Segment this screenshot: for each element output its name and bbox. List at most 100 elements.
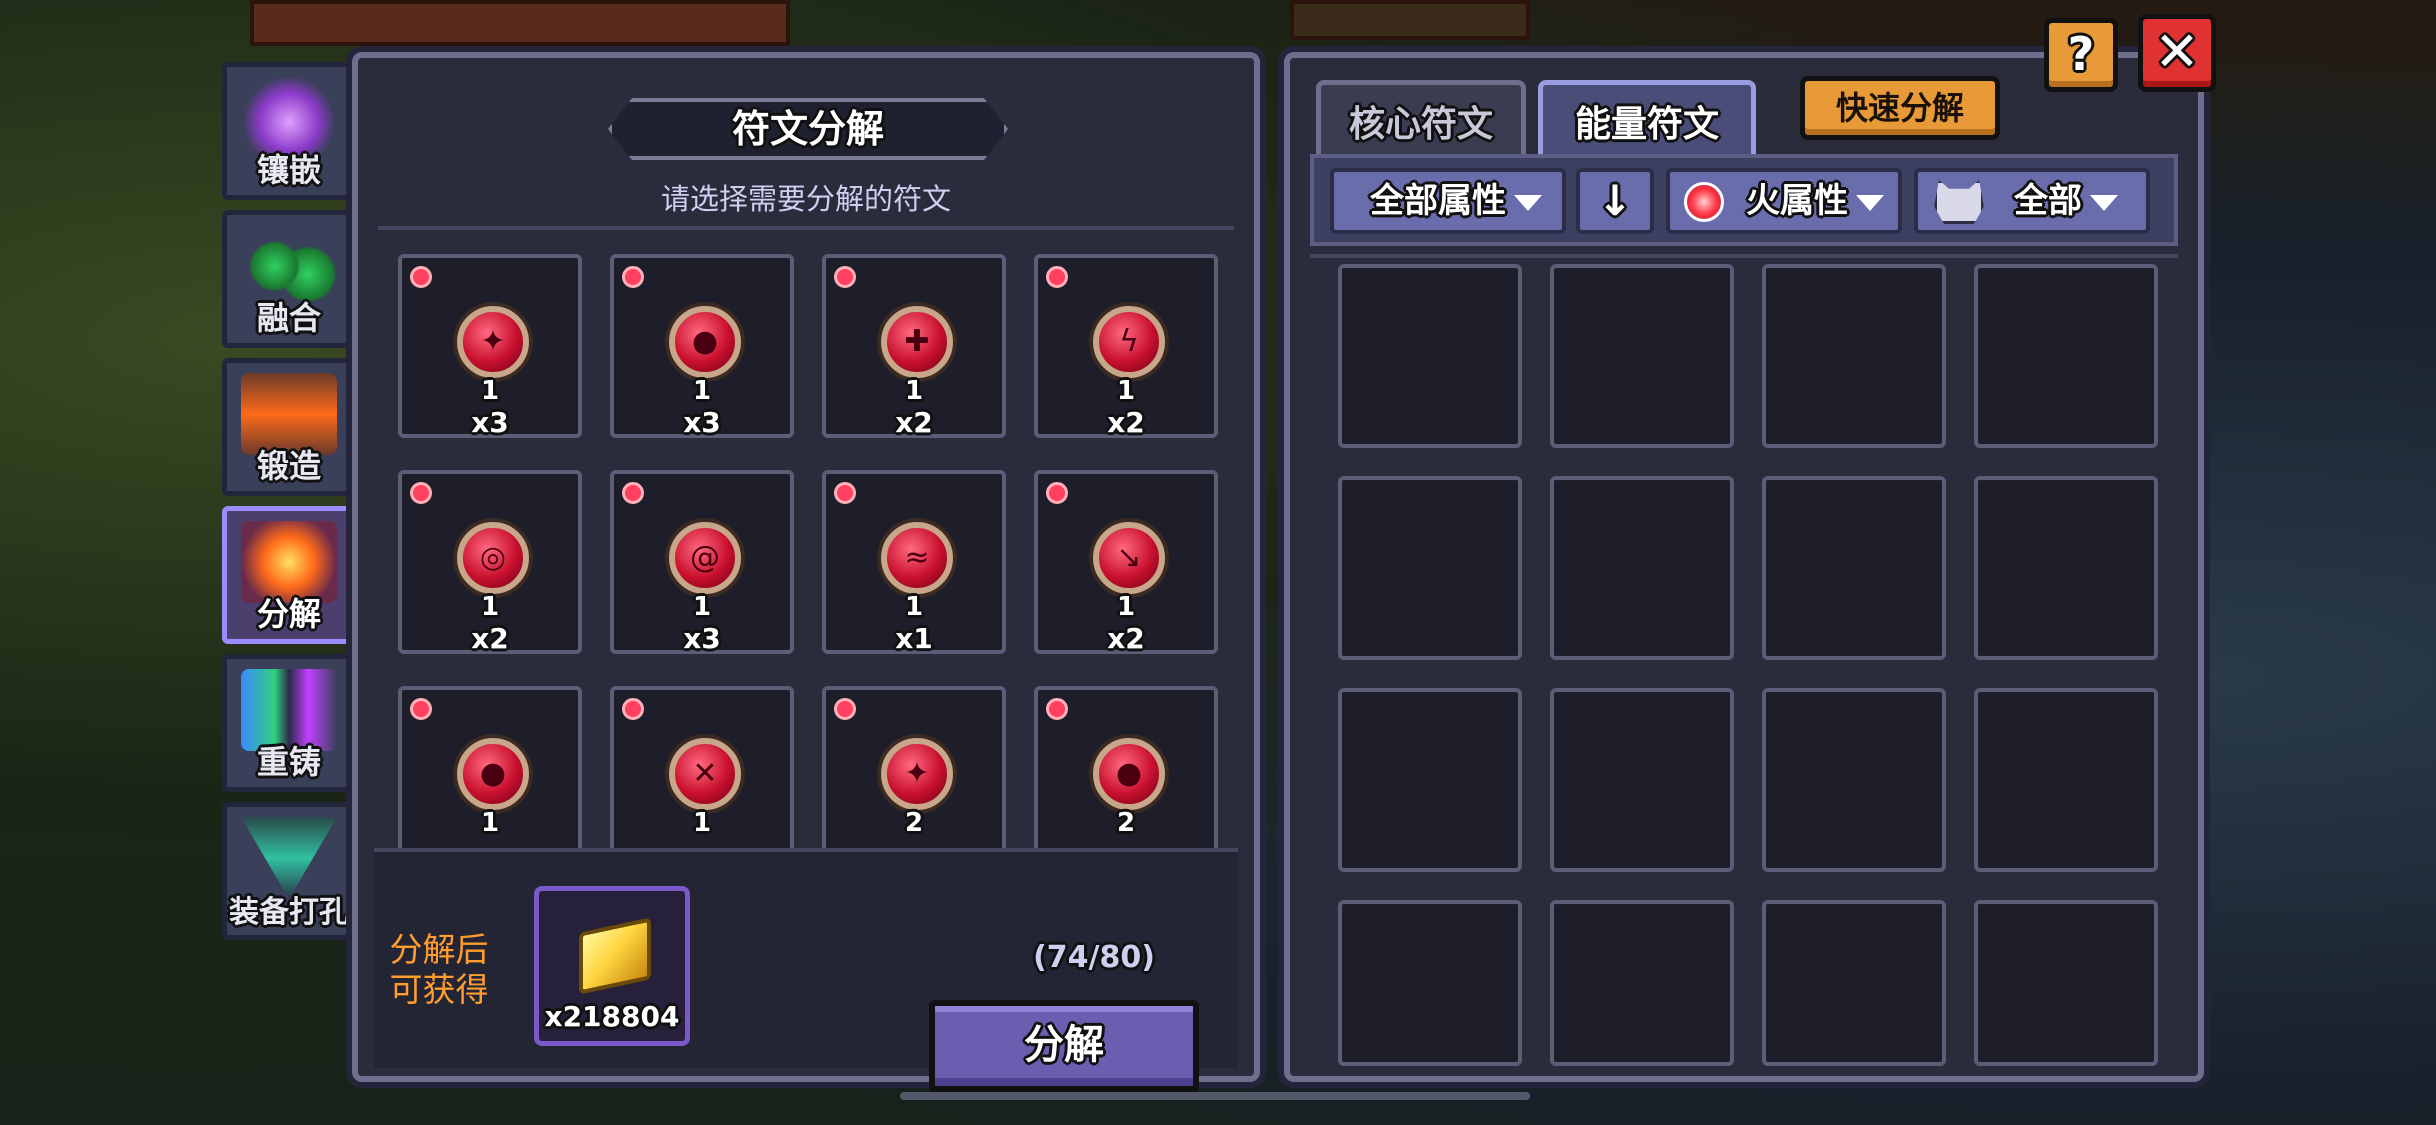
rune-cell[interactable]: ≈ 1 x1 xyxy=(822,470,1006,655)
fire-element-icon xyxy=(622,266,644,288)
rune-slot[interactable] xyxy=(1338,476,1522,660)
rune-cell[interactable]: ◎ 1 x2 xyxy=(398,470,582,655)
reward-slot[interactable]: x218804 xyxy=(534,886,690,1046)
rune-orb-icon: ● xyxy=(1093,738,1165,810)
rune-glyph: ↘ xyxy=(1116,540,1142,575)
rune-orb-icon: ◎ xyxy=(457,522,529,594)
rune-level: 1 xyxy=(1116,376,1136,406)
quick-decompose-button[interactable]: 快速分解 xyxy=(1800,76,2000,140)
rune-level: 1 xyxy=(692,592,712,622)
rune-glyph: ✚ xyxy=(904,324,930,359)
rune-glyph: @ xyxy=(690,540,720,575)
rune-cell[interactable]: ✦ 2 xyxy=(822,686,1006,870)
rune-slot[interactable] xyxy=(1550,900,1734,1066)
panel-subtitle: 请选择需要分解的符文 xyxy=(660,182,951,216)
monster-type-icon xyxy=(1934,180,1984,224)
decompose-button[interactable]: 分解 xyxy=(929,1000,1199,1092)
rune-orb-icon: ϟ xyxy=(1093,306,1165,378)
rune-slot[interactable] xyxy=(1338,900,1522,1066)
rune-slot[interactable] xyxy=(1550,476,1734,660)
rune-cell[interactable]: ✦ 1 x3 xyxy=(398,254,582,439)
rune-glyph: ϟ xyxy=(1119,324,1139,359)
rune-glyph: ◎ xyxy=(479,540,507,575)
side-item-label: 融合 xyxy=(256,299,321,337)
rune-cell[interactable]: ● 1 xyxy=(398,686,582,870)
rune-cell[interactable]: ✕ 1 xyxy=(610,686,794,870)
filter-label: 全部属性 xyxy=(1370,181,1506,221)
rune-level: 1 xyxy=(480,592,500,622)
rune-orb-icon: ✦ xyxy=(881,738,953,810)
rune-slot[interactable] xyxy=(1974,264,2158,448)
rune-level: 1 xyxy=(1116,592,1136,622)
rune-slot[interactable] xyxy=(1762,688,1946,872)
rune-slot[interactable] xyxy=(1974,476,2158,660)
rune-count: x2 xyxy=(1107,622,1145,655)
rune-slot[interactable] xyxy=(1550,264,1734,448)
rune-cell[interactable]: ● 1 x3 xyxy=(610,254,794,439)
rune-slot[interactable] xyxy=(1974,900,2158,1066)
rune-count: x3 xyxy=(471,406,509,439)
side-item-recast[interactable]: 重铸 xyxy=(222,654,356,792)
reward-label: 分解后可获得 xyxy=(389,930,489,1009)
chevron-down-icon xyxy=(1856,194,1884,211)
rune-count: x2 xyxy=(471,622,509,655)
rune-slot[interactable] xyxy=(1550,688,1734,872)
reward-count: x218804 xyxy=(544,1000,680,1033)
rune-count: x3 xyxy=(683,622,721,655)
side-item-fusion[interactable]: 融合 xyxy=(222,210,356,348)
tab-energy-runes[interactable]: 能量符文 xyxy=(1538,80,1756,162)
rune-cell[interactable]: ↘ 1 x2 xyxy=(1034,470,1218,655)
rune-slot[interactable] xyxy=(1762,476,1946,660)
fire-element-icon xyxy=(622,482,644,504)
rune-orb-icon: ● xyxy=(457,738,529,810)
close-button[interactable]: ✕ xyxy=(2138,14,2216,92)
rune-level: 1 xyxy=(480,376,500,406)
rune-count: x3 xyxy=(683,406,721,439)
rune-count: x1 xyxy=(895,622,933,655)
panel-title: 符文分解 xyxy=(731,107,884,151)
rune-level: 2 xyxy=(904,808,924,838)
rune-cell[interactable]: ✚ 1 x2 xyxy=(822,254,1006,439)
rune-level: 1 xyxy=(480,808,500,838)
fire-element-icon xyxy=(410,698,432,720)
rune-glyph: ● xyxy=(691,324,719,359)
element-filter-dropdown[interactable]: 火属性 xyxy=(1666,168,1902,234)
filter-label: 全部 xyxy=(2014,181,2082,221)
rune-level: 2 xyxy=(1116,808,1136,838)
attribute-filter-dropdown[interactable]: 全部属性 xyxy=(1330,168,1566,234)
help-button[interactable]: ? xyxy=(2044,18,2118,92)
rune-slot[interactable] xyxy=(1762,264,1946,448)
fire-element-icon xyxy=(834,266,856,288)
rune-cell[interactable]: ● 2 xyxy=(1034,686,1218,870)
rune-orb-icon: ● xyxy=(669,306,741,378)
rune-glyph: ✦ xyxy=(480,324,506,359)
filter-label: 火属性 xyxy=(1746,181,1848,221)
rune-inventory-panel: 核心符文 能量符文 快速分解 全部属性 ↓ 火属性 全部 xyxy=(1284,52,2204,1082)
rune-slot[interactable] xyxy=(1338,688,1522,872)
background-shelf xyxy=(1290,0,1530,40)
rune-cell[interactable]: ϟ 1 x2 xyxy=(1034,254,1218,439)
fire-element-icon xyxy=(410,482,432,504)
fire-element-icon xyxy=(1046,266,1068,288)
chevron-down-icon xyxy=(1514,194,1542,211)
divider xyxy=(1310,254,2178,258)
side-item-forge[interactable]: 锻造 xyxy=(222,358,356,496)
side-item-decompose[interactable]: 分解 xyxy=(222,506,356,644)
rune-slot[interactable] xyxy=(1762,900,1946,1066)
fire-element-icon xyxy=(410,266,432,288)
side-item-label: 分解 xyxy=(256,595,321,633)
rune-count: x2 xyxy=(895,406,933,439)
rune-cell[interactable]: @ 1 x3 xyxy=(610,470,794,655)
side-item-socket[interactable]: 装备打孔 xyxy=(222,802,356,940)
type-filter-dropdown[interactable]: 全部 xyxy=(1914,168,2150,234)
rune-slot[interactable] xyxy=(1338,264,1522,448)
sort-button[interactable]: ↓ xyxy=(1576,168,1654,234)
rune-slot[interactable] xyxy=(1974,688,2158,872)
scroll-indicator xyxy=(900,1092,1530,1100)
rune-orb-icon: ✦ xyxy=(457,306,529,378)
side-item-inlay[interactable]: 镶嵌 xyxy=(222,62,356,200)
fire-element-icon xyxy=(622,698,644,720)
tab-core-runes[interactable]: 核心符文 xyxy=(1316,80,1526,162)
capacity-counter: (74/80) xyxy=(1033,940,1155,975)
fire-element-icon xyxy=(1684,182,1724,222)
